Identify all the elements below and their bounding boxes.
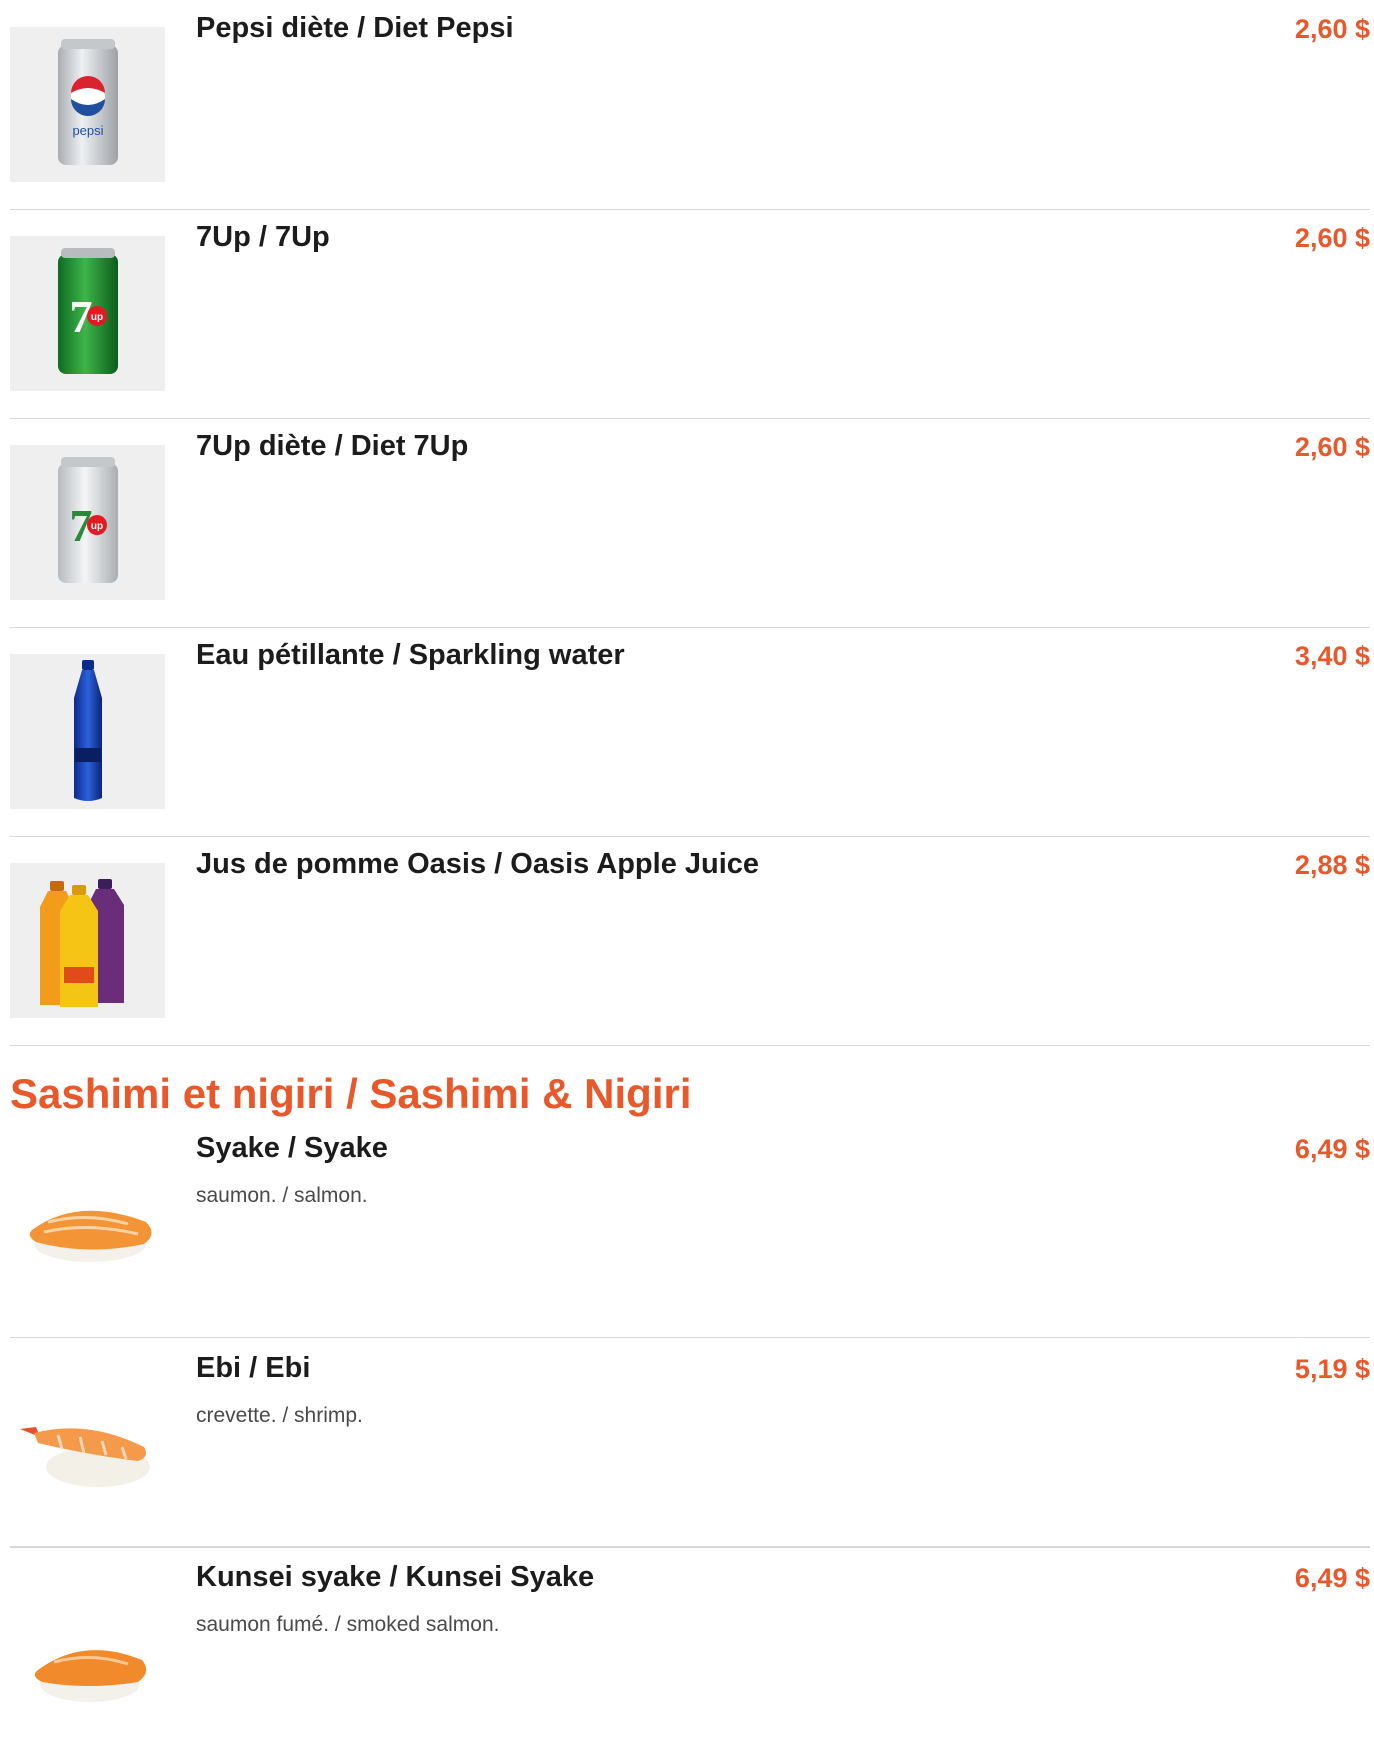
item-name: Eau pétillante / Sparkling water	[196, 639, 625, 671]
item-price: 6,49 $	[1294, 1563, 1370, 1593]
item-name: Kunsei syake / Kunsei Syake	[196, 1561, 595, 1593]
item-name: Ebi / Ebi	[196, 1352, 311, 1384]
menu-item-diet-pepsi[interactable]: pepsi Pepsi diète / Diet Pepsi 2,60 $	[10, 0, 1370, 210]
menu-item-oasis-apple-juice[interactable]: Jus de pomme Oasis / Oasis Apple Juice 2…	[10, 836, 1370, 1046]
item-description: saumon. / salmon.	[196, 1184, 368, 1207]
diet-7up-can-icon: 7 up	[10, 445, 165, 600]
item-name: 7Up diète / Diet 7Up	[196, 430, 469, 462]
item-price: 6,49 $	[1294, 1134, 1370, 1164]
section-title: Sashimi et nigiri / Sashimi & Nigiri	[10, 1070, 692, 1117]
menu-item-ebi[interactable]: Ebi / Ebi 5,19 $ crevette. / shrimp.	[10, 1337, 1370, 1548]
item-price: 2,60 $	[1294, 14, 1370, 44]
diet-pepsi-can-icon: pepsi	[10, 27, 165, 182]
item-name: Syake / Syake	[196, 1132, 388, 1164]
svg-text:pepsi: pepsi	[72, 123, 103, 138]
menu-item-syake[interactable]: Syake / Syake 6,49 $ saumon. / salmon.	[10, 1128, 1370, 1338]
svg-text:up: up	[90, 312, 102, 323]
menu-item-sparkling-water[interactable]: Eau pétillante / Sparkling water 3,40 $	[10, 627, 1370, 837]
menu-item-kunsei-syake[interactable]: Kunsei syake / Kunsei Syake 6,49 $ saumo…	[10, 1546, 1370, 1754]
item-name: 7Up / 7Up	[196, 221, 330, 253]
item-description: crevette. / shrimp.	[196, 1404, 363, 1427]
menu-item-7up[interactable]: 7 up 7Up / 7Up 2,60 $	[10, 209, 1370, 419]
7up-can-icon: 7 up	[10, 236, 165, 391]
shrimp-nigiri-icon	[10, 1376, 165, 1531]
sparkling-water-bottle-icon	[10, 654, 165, 809]
item-price: 2,88 $	[1294, 850, 1370, 880]
item-name: Pepsi diète / Diet Pepsi	[196, 12, 514, 44]
item-name: Jus de pomme Oasis / Oasis Apple Juice	[196, 848, 760, 880]
salmon-nigiri-icon	[10, 1153, 165, 1308]
item-price: 3,40 $	[1294, 641, 1370, 671]
item-price: 5,19 $	[1294, 1354, 1370, 1384]
item-price: 2,60 $	[1294, 432, 1370, 462]
svg-text:up: up	[90, 521, 102, 532]
smoked-salmon-nigiri-icon	[10, 1591, 165, 1746]
menu-item-diet-7up[interactable]: 7 up 7Up diète / Diet 7Up 2,60 $	[10, 418, 1370, 628]
item-price: 2,60 $	[1294, 223, 1370, 253]
oasis-juice-bottles-icon	[10, 863, 165, 1018]
item-description: saumon fumé. / smoked salmon.	[196, 1613, 500, 1636]
